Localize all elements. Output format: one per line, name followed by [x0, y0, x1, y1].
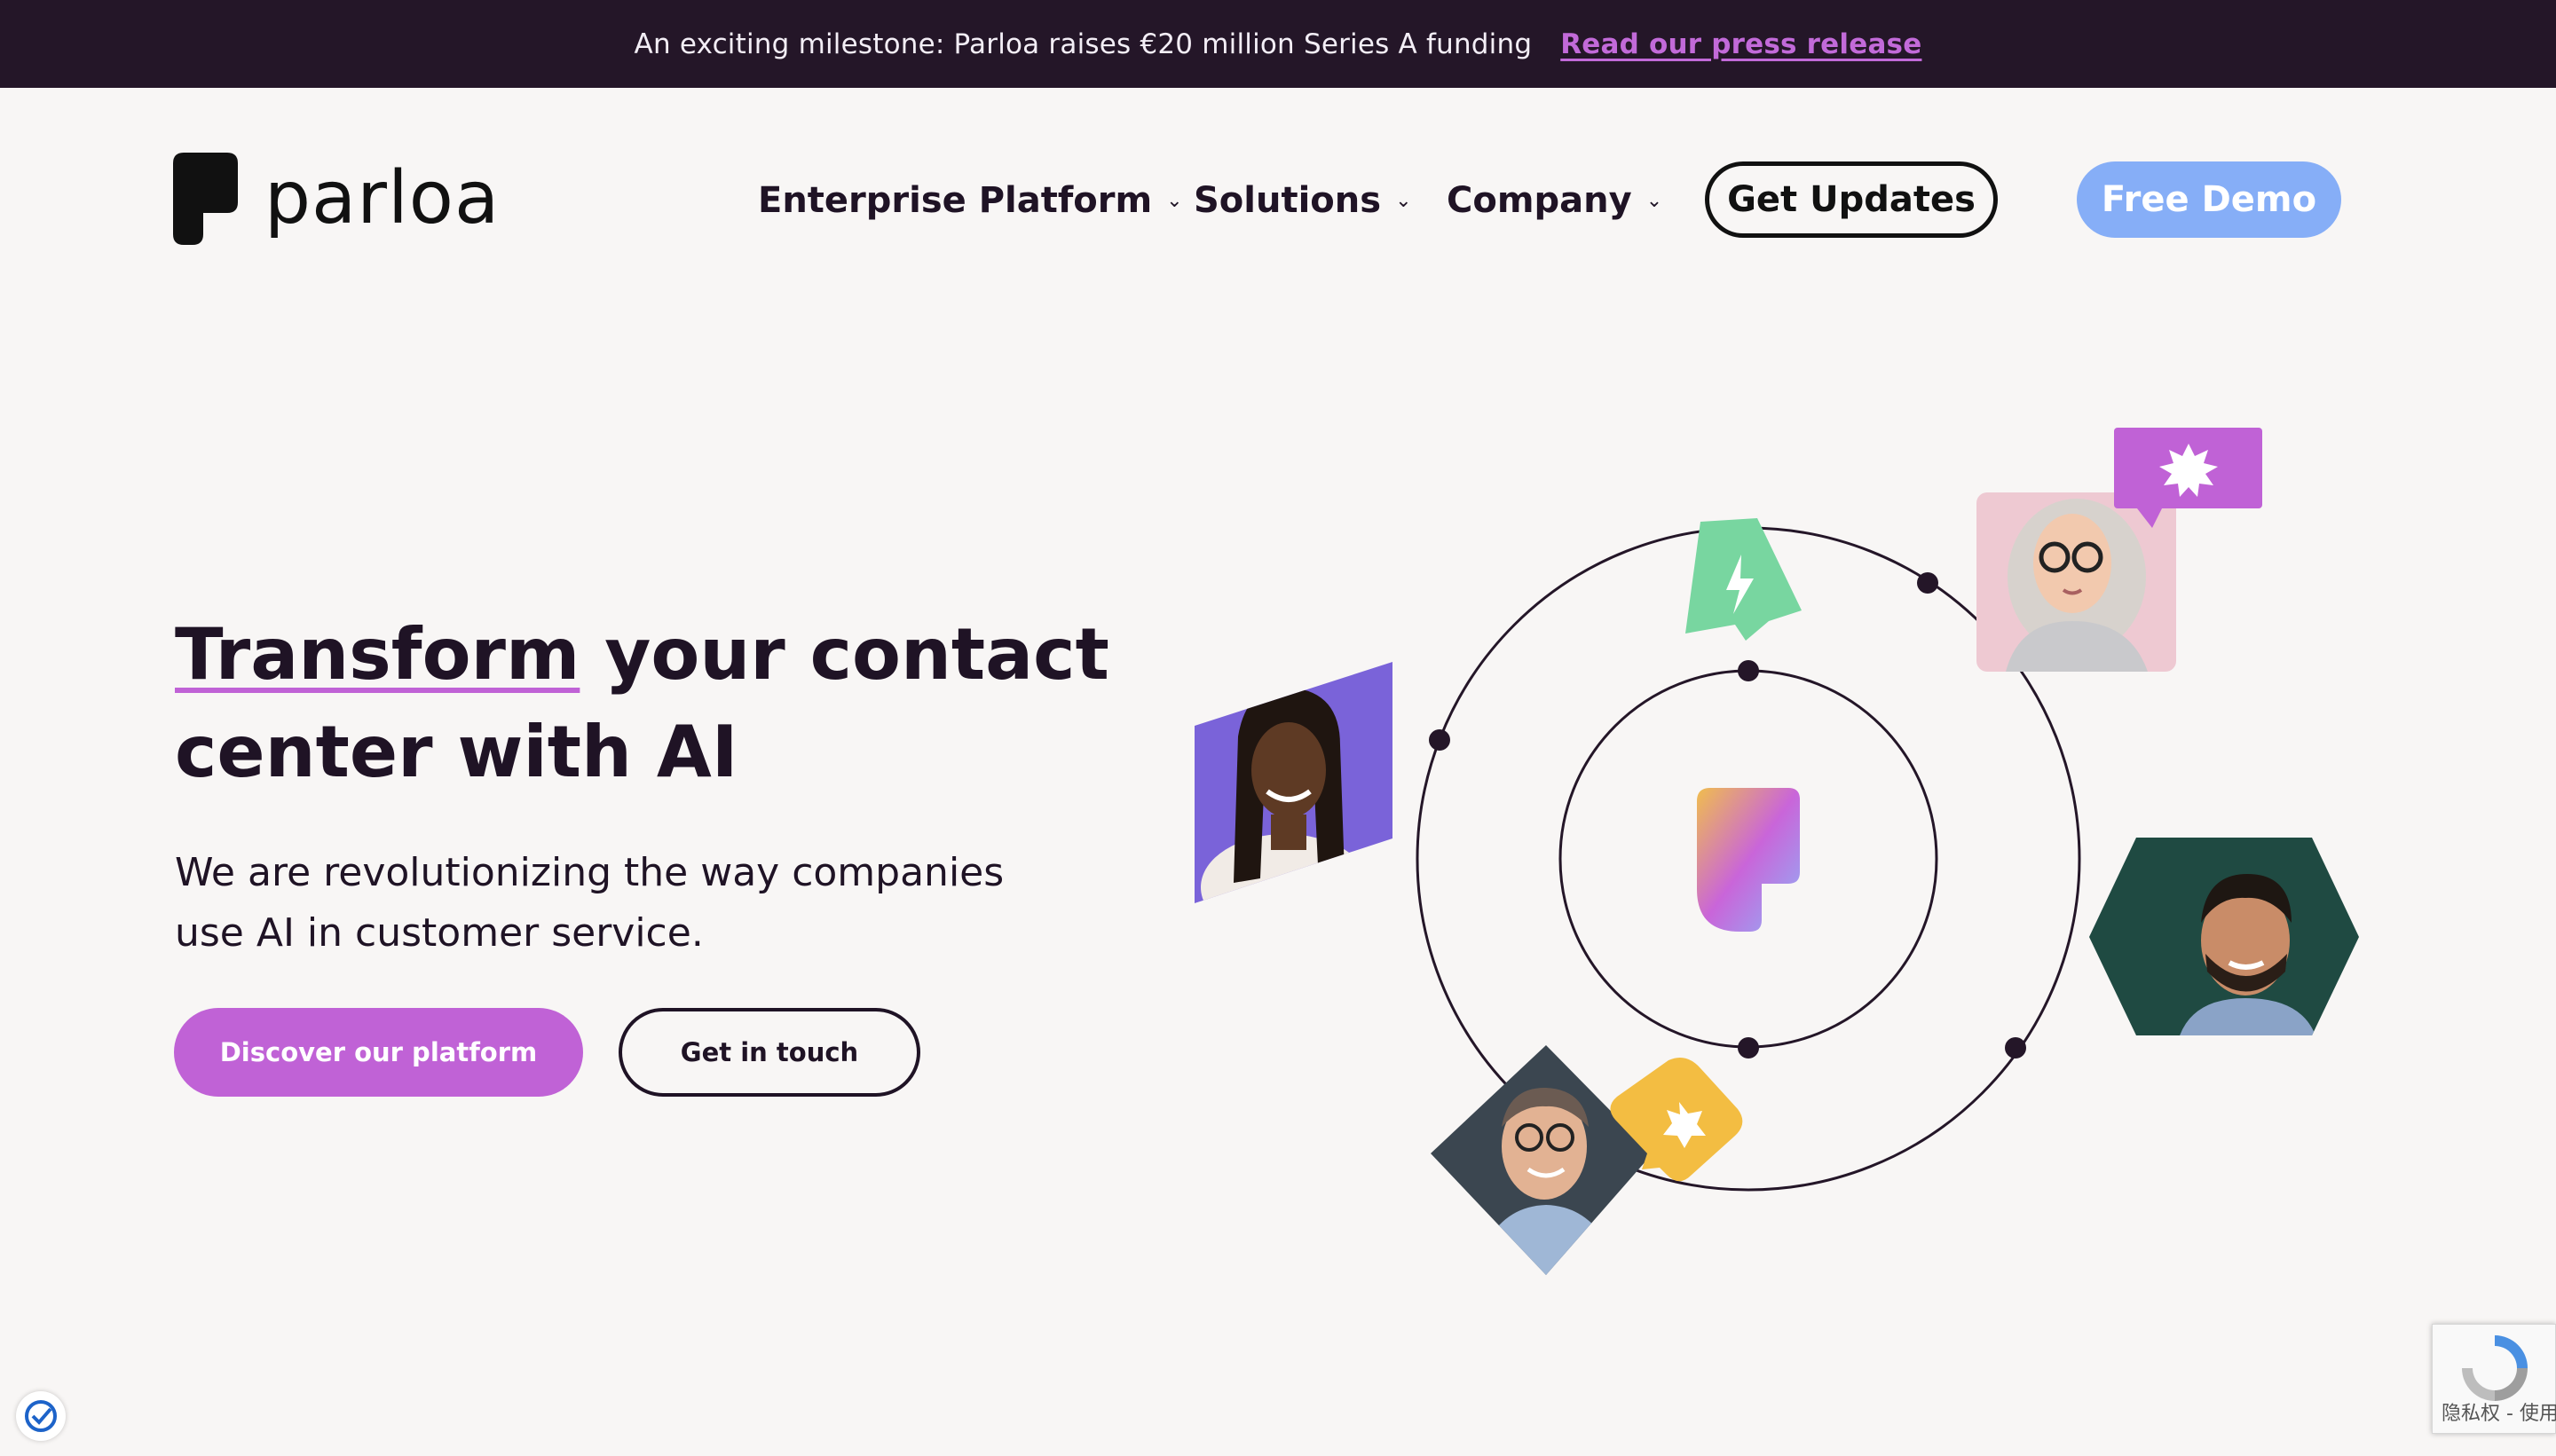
agent-avatar-man-diamond — [1431, 1045, 1653, 1275]
orbit-dot — [1429, 729, 1450, 751]
nav-item-label: Solutions — [1194, 180, 1382, 221]
nav-solutions[interactable]: Solutions ⌄ — [1194, 161, 1412, 240]
press-release-link[interactable]: Read our press release — [1560, 28, 1921, 60]
starburst-bubble-icon — [2114, 428, 2262, 528]
recaptcha-badge[interactable]: 隐私权 - 使用条款 — [2432, 1324, 2556, 1434]
announcement-text: An exciting milestone: Parloa raises €20… — [634, 28, 1533, 60]
parloa-logo[interactable]: parloa — [173, 153, 500, 245]
parloa-logo-icon — [173, 153, 238, 245]
recaptcha-icon — [2462, 1335, 2528, 1401]
nav-company[interactable]: Company ⌄ — [1447, 161, 1662, 240]
agent-avatar-woman-purple — [1195, 662, 1392, 903]
get-in-touch-button[interactable]: Get in touch — [619, 1008, 920, 1097]
orbit-dot — [1738, 1037, 1759, 1059]
orbit-dot — [1917, 572, 1938, 594]
discover-platform-button[interactable]: Discover our platform — [174, 1008, 583, 1097]
orbit-dot — [1738, 660, 1759, 681]
inner-orbit — [1558, 669, 1938, 1049]
star-bubble-icon — [1610, 1058, 1743, 1182]
lightning-bubble-icon — [1685, 518, 1802, 641]
outer-orbit — [1416, 526, 2081, 1192]
brand-wordmark: parloa — [264, 156, 501, 240]
chevron-down-icon: ⌄ — [1645, 189, 1663, 212]
hero-subtitle: We are revolutionizing the way companies… — [175, 850, 1005, 956]
hero-title-highlight: Transform — [175, 613, 580, 696]
cookie-consent-button[interactable] — [16, 1391, 66, 1441]
orbit-dot — [2005, 1037, 2026, 1059]
cookie-consent-icon — [25, 1400, 57, 1432]
chevron-down-icon: ⌄ — [1395, 189, 1412, 212]
chevron-down-icon: ⌄ — [1166, 189, 1183, 212]
nav-item-label: Enterprise Platform — [758, 180, 1153, 221]
recaptcha-terms-text[interactable]: 隐私权 - 使用条款 — [2442, 1397, 2556, 1426]
center-p-logo-icon — [1697, 788, 1800, 932]
agent-avatar-woman-glasses — [1976, 492, 2176, 672]
agent-avatar-man-hexagon — [2089, 838, 2359, 1035]
get-updates-button[interactable]: Get Updates — [1705, 161, 1998, 238]
nav-item-label: Company — [1447, 180, 1632, 221]
announcement-banner: An exciting milestone: Parloa raises €20… — [0, 0, 2556, 88]
free-demo-button[interactable]: Free Demo — [2077, 161, 2341, 238]
nav-enterprise-platform[interactable]: Enterprise Platform ⌄ — [758, 161, 1183, 240]
hero-title: Transform your contact center with AI — [175, 606, 1116, 801]
